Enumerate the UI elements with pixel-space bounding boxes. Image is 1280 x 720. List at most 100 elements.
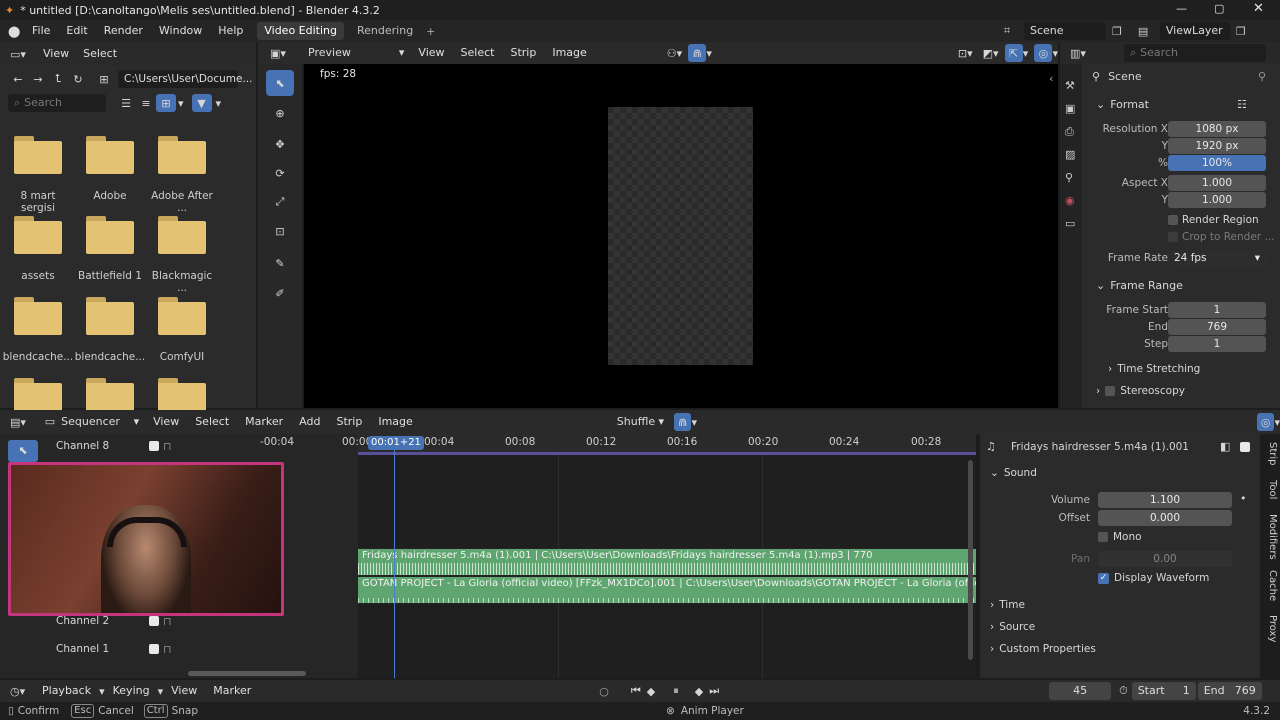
render-tab-icon[interactable]: ▣ bbox=[1065, 97, 1082, 120]
start-frame-field[interactable]: Start 1 bbox=[1131, 682, 1196, 700]
folder-item[interactable]: ComfyUI bbox=[146, 297, 218, 363]
channel-2-lock-icon[interactable]: ⊓ bbox=[163, 615, 172, 628]
pivot-icon[interactable]: ⚇▾ bbox=[667, 47, 682, 60]
menu-image[interactable]: Image bbox=[544, 42, 594, 64]
gizmo-icon[interactable]: ⇱ bbox=[1004, 44, 1023, 62]
folder-item[interactable]: blendcache... bbox=[2, 297, 74, 363]
source-panel-header[interactable]: › Source bbox=[990, 621, 1035, 633]
eyedropper-tool-icon[interactable]: ✎ bbox=[266, 250, 294, 276]
framerate-dropdown[interactable]: 24 fps ▾ bbox=[1168, 250, 1266, 266]
menu-marker[interactable]: Marker bbox=[205, 680, 259, 702]
folder-item[interactable]: blendcache... bbox=[74, 297, 146, 363]
jump-key-forward-icon[interactable]: ◆ bbox=[695, 685, 703, 698]
channels-icon[interactable]: ◩▾ bbox=[983, 47, 999, 60]
menu-view[interactable]: View bbox=[163, 680, 205, 702]
current-frame-field[interactable]: 45 bbox=[1049, 682, 1112, 700]
frame-range-header[interactable]: ⌄ Frame Range bbox=[1096, 279, 1183, 292]
pin-icon[interactable]: ⚲ bbox=[1258, 70, 1266, 83]
preview-canvas[interactable]: fps: 28 ‹ bbox=[304, 64, 1058, 408]
time-stretching-header[interactable]: › Time Stretching bbox=[1108, 363, 1200, 375]
select-tool-icon[interactable]: ⬉ bbox=[266, 70, 294, 96]
properties-search[interactable]: ⌕ Search bbox=[1124, 44, 1266, 62]
close-anim-icon[interactable]: ⊗ bbox=[666, 705, 675, 717]
time-panel-header[interactable]: › Time bbox=[990, 599, 1025, 611]
menu-edit[interactable]: Edit bbox=[58, 20, 95, 42]
folder-item[interactable]: Adobe After ... bbox=[146, 136, 218, 214]
snap-dropdown-icon[interactable]: ▾ bbox=[691, 416, 697, 429]
channel-1-lock-icon[interactable]: ⊓ bbox=[163, 643, 172, 656]
presets-icon[interactable]: ☷ bbox=[1237, 98, 1247, 111]
move-tool-icon[interactable]: ✥ bbox=[266, 131, 294, 157]
overlay-dropdown-icon[interactable]: ▾ bbox=[1052, 47, 1058, 60]
editor-type-icon[interactable]: ▭▾ bbox=[10, 48, 36, 61]
stereoscopy-header[interactable]: › Stereoscopy bbox=[1096, 385, 1185, 397]
overlay-icon[interactable]: ◎ bbox=[1034, 44, 1053, 62]
tab-video-editing[interactable]: Video Editing bbox=[257, 22, 344, 40]
folder-item[interactable]: Blackmagic ... bbox=[146, 216, 218, 294]
menu-window[interactable]: Window bbox=[151, 20, 210, 42]
snap-icon[interactable]: ⋒ bbox=[673, 413, 692, 431]
audio-strip-gotan[interactable]: GOTAN PROJECT - La Gloria (official vide… bbox=[358, 577, 976, 603]
copy-scene-icon[interactable]: ❐ bbox=[1112, 25, 1122, 38]
menu-playback[interactable]: Playback bbox=[34, 680, 99, 702]
keyframe-dot-icon[interactable]: • bbox=[1240, 492, 1247, 505]
aspect-y-field[interactable]: 1.000 bbox=[1168, 192, 1266, 208]
tab-cache[interactable]: Cache bbox=[1262, 570, 1278, 601]
scale-tool-icon[interactable]: ⤢ bbox=[266, 189, 294, 215]
menu-strip[interactable]: Strip bbox=[328, 411, 370, 433]
tool-tab-icon[interactable]: ⚒ bbox=[1065, 74, 1082, 97]
menu-view[interactable]: View bbox=[36, 42, 76, 66]
stereoscopy-checkbox[interactable] bbox=[1105, 386, 1116, 396]
forward-icon[interactable]: → bbox=[28, 70, 48, 88]
tab-strip[interactable]: Strip bbox=[1262, 442, 1278, 466]
refresh-icon[interactable]: ↻ bbox=[68, 70, 88, 88]
folder-item[interactable]: assets bbox=[2, 216, 74, 282]
horizontal-scrollbar[interactable] bbox=[188, 671, 306, 676]
collection-tab-icon[interactable]: ▭ bbox=[1065, 212, 1082, 235]
crop-checkbox[interactable]: Crop to Render ... bbox=[1168, 231, 1274, 243]
image-display-icon[interactable]: ⊡▾ bbox=[958, 47, 973, 60]
sound-panel-header[interactable]: ⌄ Sound bbox=[990, 467, 1037, 479]
menu-help[interactable]: Help bbox=[210, 20, 251, 42]
overlay-icon[interactable]: ◎ bbox=[1256, 413, 1275, 431]
volume-field[interactable]: 1.100 bbox=[1098, 492, 1232, 508]
folder-item[interactable]: 8 mart sergisi bbox=[2, 136, 74, 214]
menu-view[interactable]: View bbox=[410, 42, 452, 64]
viewlayer-selector[interactable]: ViewLayer bbox=[1159, 22, 1230, 40]
gizmo-dropdown-icon[interactable]: ▾ bbox=[1023, 47, 1029, 60]
world-tab-icon[interactable]: ◉ bbox=[1065, 189, 1082, 212]
scene-selector[interactable]: Scene bbox=[1024, 22, 1106, 40]
overlap-mode-dropdown[interactable]: Shuffle ▾ bbox=[610, 413, 670, 431]
editor-type-icon[interactable]: ▤▾ bbox=[10, 416, 33, 429]
folder-item[interactable]: Adobe bbox=[74, 136, 146, 202]
jump-start-icon[interactable]: ⏮ bbox=[631, 684, 641, 698]
menu-strip[interactable]: Strip bbox=[502, 42, 544, 64]
new-folder-icon[interactable]: ⊞ bbox=[94, 70, 114, 88]
tab-tool[interactable]: Tool bbox=[1262, 480, 1278, 499]
preview-range-icon[interactable]: ⏱ bbox=[1119, 684, 1128, 698]
minimize-button[interactable]: — bbox=[1176, 2, 1187, 15]
channel-2-mute-checkbox[interactable] bbox=[149, 616, 159, 626]
list-horizontal-icon[interactable]: ≡ bbox=[136, 94, 156, 112]
close-button[interactable]: ✕ bbox=[1253, 1, 1264, 16]
back-icon[interactable]: ← bbox=[8, 70, 28, 88]
sidebar-toggle-icon[interactable]: ‹ bbox=[1049, 72, 1053, 85]
copy-viewlayer-icon[interactable]: ❐ bbox=[1236, 25, 1246, 38]
display-dropdown-icon[interactable]: ▾ bbox=[178, 97, 184, 110]
add-workspace-icon[interactable]: + bbox=[426, 25, 435, 38]
auto-keying-icon[interactable]: ○ bbox=[599, 685, 609, 698]
parent-dir-icon[interactable]: ⮤ bbox=[48, 70, 68, 88]
path-field[interactable]: C:\Users\User\Docume... bbox=[118, 70, 252, 88]
audio-strip-fridays[interactable]: Fridays hairdresser 5.m4a (1).001 | C:\U… bbox=[358, 549, 976, 575]
custom-properties-header[interactable]: › Custom Properties bbox=[990, 643, 1096, 655]
format-panel-header[interactable]: ⌄ Format bbox=[1096, 98, 1149, 111]
rotate-tool-icon[interactable]: ⟳ bbox=[266, 160, 294, 186]
folder-item[interactable]: Battlefield 1 bbox=[74, 216, 146, 282]
menu-image[interactable]: Image bbox=[370, 411, 420, 433]
transform-tool-icon[interactable]: ⊡ bbox=[266, 218, 294, 244]
filter-dropdown-icon[interactable]: ▾ bbox=[216, 97, 222, 110]
list-vertical-icon[interactable]: ☰ bbox=[116, 94, 136, 112]
frame-step-field[interactable]: 1 bbox=[1168, 336, 1266, 352]
tab-proxy[interactable]: Proxy bbox=[1262, 615, 1278, 642]
editor-type-icon[interactable]: ◷▾ bbox=[10, 685, 34, 698]
